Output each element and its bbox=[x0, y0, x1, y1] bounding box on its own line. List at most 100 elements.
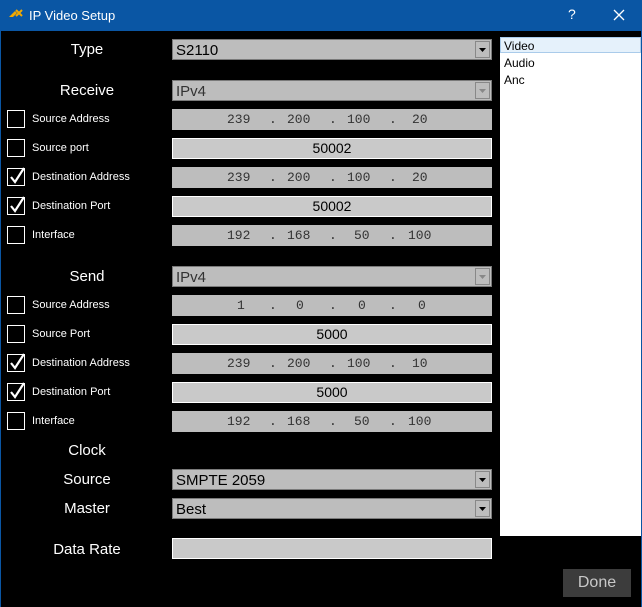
receive-interface-label: Interface bbox=[32, 229, 75, 241]
clock-master-label: Master bbox=[64, 500, 110, 517]
ip-octet: 100 bbox=[408, 414, 432, 429]
clock-label: Clock bbox=[68, 442, 106, 459]
receive-destination-port-checkbox[interactable] bbox=[7, 196, 25, 215]
ip-separator: . bbox=[269, 170, 277, 185]
data-rate-label: Data Rate bbox=[53, 541, 121, 558]
clock-source-label: Source bbox=[63, 471, 111, 488]
checkmark-icon bbox=[10, 382, 25, 399]
ip-octet: 168 bbox=[287, 228, 311, 243]
ip-octet: 239 bbox=[227, 112, 251, 127]
receive-destination-port-input[interactable]: 50002 bbox=[172, 196, 492, 217]
send-source-port-label: Source Port bbox=[32, 328, 91, 340]
checkmark-icon bbox=[10, 167, 25, 184]
ip-octet: 100 bbox=[408, 228, 432, 243]
send-destination-address-field[interactable]: 239 . 200 . 100 . 10 bbox=[172, 353, 492, 374]
ip-octet: 50 bbox=[354, 228, 370, 243]
list-item-anc[interactable]: Anc bbox=[504, 73, 525, 87]
receive-label: Receive bbox=[59, 82, 115, 99]
help-button[interactable]: ? bbox=[568, 6, 576, 22]
receive-destination-address-label: Destination Address bbox=[32, 171, 130, 183]
ip-octet: 200 bbox=[287, 112, 311, 127]
ip-separator: . bbox=[389, 170, 397, 185]
ip-separator: . bbox=[269, 228, 277, 243]
send-source-address-label: Source Address bbox=[32, 299, 110, 311]
receive-interface-checkbox[interactable] bbox=[7, 226, 25, 244]
ip-separator: . bbox=[269, 112, 277, 127]
send-destination-address-checkbox[interactable] bbox=[7, 353, 25, 372]
ip-octet: 50 bbox=[354, 414, 370, 429]
app-logo-icon bbox=[9, 9, 23, 17]
receive-source-port-input[interactable]: 50002 bbox=[172, 138, 492, 159]
done-button[interactable]: Done bbox=[563, 569, 631, 597]
ip-octet: 239 bbox=[227, 356, 251, 371]
receive-ip-version-value: IPv4 bbox=[176, 83, 207, 100]
ip-separator: . bbox=[329, 414, 337, 429]
ip-separator: . bbox=[389, 298, 397, 313]
chevron-down-icon[interactable] bbox=[475, 268, 490, 285]
chevron-down-icon[interactable] bbox=[475, 500, 490, 517]
receive-destination-address-checkbox[interactable] bbox=[7, 167, 25, 186]
send-destination-port-checkbox[interactable] bbox=[7, 382, 25, 401]
send-source-port-checkbox[interactable] bbox=[7, 325, 25, 343]
ip-separator: . bbox=[389, 414, 397, 429]
stream-type-list[interactable]: Video Audio Anc bbox=[500, 37, 641, 536]
ip-octet: 0 bbox=[358, 298, 366, 313]
ip-octet: 192 bbox=[227, 414, 251, 429]
type-value: S2110 bbox=[176, 42, 219, 59]
ip-octet: 0 bbox=[296, 298, 304, 313]
send-source-address-checkbox[interactable] bbox=[7, 296, 25, 314]
list-item-video[interactable]: Video bbox=[504, 39, 534, 53]
receive-interface-field[interactable]: 192 . 168 . 50 . 100 bbox=[172, 225, 492, 246]
send-source-port-input[interactable]: 5000 bbox=[172, 324, 492, 345]
ip-octet: 100 bbox=[347, 170, 371, 185]
title-bar: IP Video Setup ? bbox=[0, 0, 642, 31]
ip-octet: 20 bbox=[412, 112, 428, 127]
ip-octet: 20 bbox=[412, 170, 428, 185]
clock-source-value: SMPTE 2059 bbox=[176, 472, 266, 489]
clock-master-value: Best bbox=[176, 501, 207, 518]
receive-destination-address-field[interactable]: 239 . 200 . 100 . 20 bbox=[172, 167, 492, 188]
ip-octet: 192 bbox=[227, 228, 251, 243]
send-interface-checkbox[interactable] bbox=[7, 412, 25, 430]
ip-octet: 0 bbox=[418, 298, 426, 313]
ip-separator: . bbox=[329, 298, 337, 313]
ip-separator: . bbox=[269, 356, 277, 371]
ip-separator: . bbox=[389, 356, 397, 371]
chevron-down-icon[interactable] bbox=[475, 471, 490, 488]
ip-separator: . bbox=[329, 112, 337, 127]
receive-ip-version-select[interactable]: IPv4 bbox=[172, 80, 492, 101]
ip-octet: 200 bbox=[287, 170, 311, 185]
ip-separator: . bbox=[389, 228, 397, 243]
ip-separator: . bbox=[329, 170, 337, 185]
send-ip-version-select[interactable]: IPv4 bbox=[172, 266, 492, 287]
type-select[interactable]: S2110 bbox=[172, 39, 492, 60]
ip-octet: 1 bbox=[237, 298, 245, 313]
type-label: Type bbox=[70, 41, 104, 58]
ip-octet: 200 bbox=[287, 356, 311, 371]
send-interface-field[interactable]: 192 . 168 . 50 . 100 bbox=[172, 411, 492, 432]
clock-master-select[interactable]: Best bbox=[172, 498, 492, 519]
receive-source-address-checkbox[interactable] bbox=[7, 110, 25, 128]
receive-source-port-checkbox[interactable] bbox=[7, 139, 25, 157]
ip-octet: 239 bbox=[227, 170, 251, 185]
receive-destination-port-label: Destination Port bbox=[32, 200, 111, 212]
close-icon[interactable] bbox=[606, 2, 632, 28]
send-source-address-field[interactable]: 1 . 0 . 0 . 0 bbox=[172, 295, 492, 316]
list-item-audio[interactable]: Audio bbox=[504, 56, 535, 70]
receive-source-address-label: Source Address bbox=[32, 113, 110, 125]
window-title: IP Video Setup bbox=[29, 8, 116, 23]
ip-separator: . bbox=[389, 112, 397, 127]
send-label: Send bbox=[69, 268, 105, 285]
chevron-down-icon[interactable] bbox=[475, 41, 490, 58]
send-destination-port-input[interactable]: 5000 bbox=[172, 382, 492, 403]
clock-source-select[interactable]: SMPTE 2059 bbox=[172, 469, 492, 490]
ip-separator: . bbox=[329, 228, 337, 243]
ip-separator: . bbox=[269, 298, 277, 313]
ip-octet: 100 bbox=[347, 112, 371, 127]
ip-octet: 10 bbox=[412, 356, 428, 371]
chevron-down-icon[interactable] bbox=[475, 82, 490, 99]
receive-source-address-field[interactable]: 239 . 200 . 100 . 20 bbox=[172, 109, 492, 130]
send-interface-label: Interface bbox=[32, 415, 75, 427]
ip-octet: 100 bbox=[347, 356, 371, 371]
data-rate-input[interactable] bbox=[172, 538, 492, 559]
